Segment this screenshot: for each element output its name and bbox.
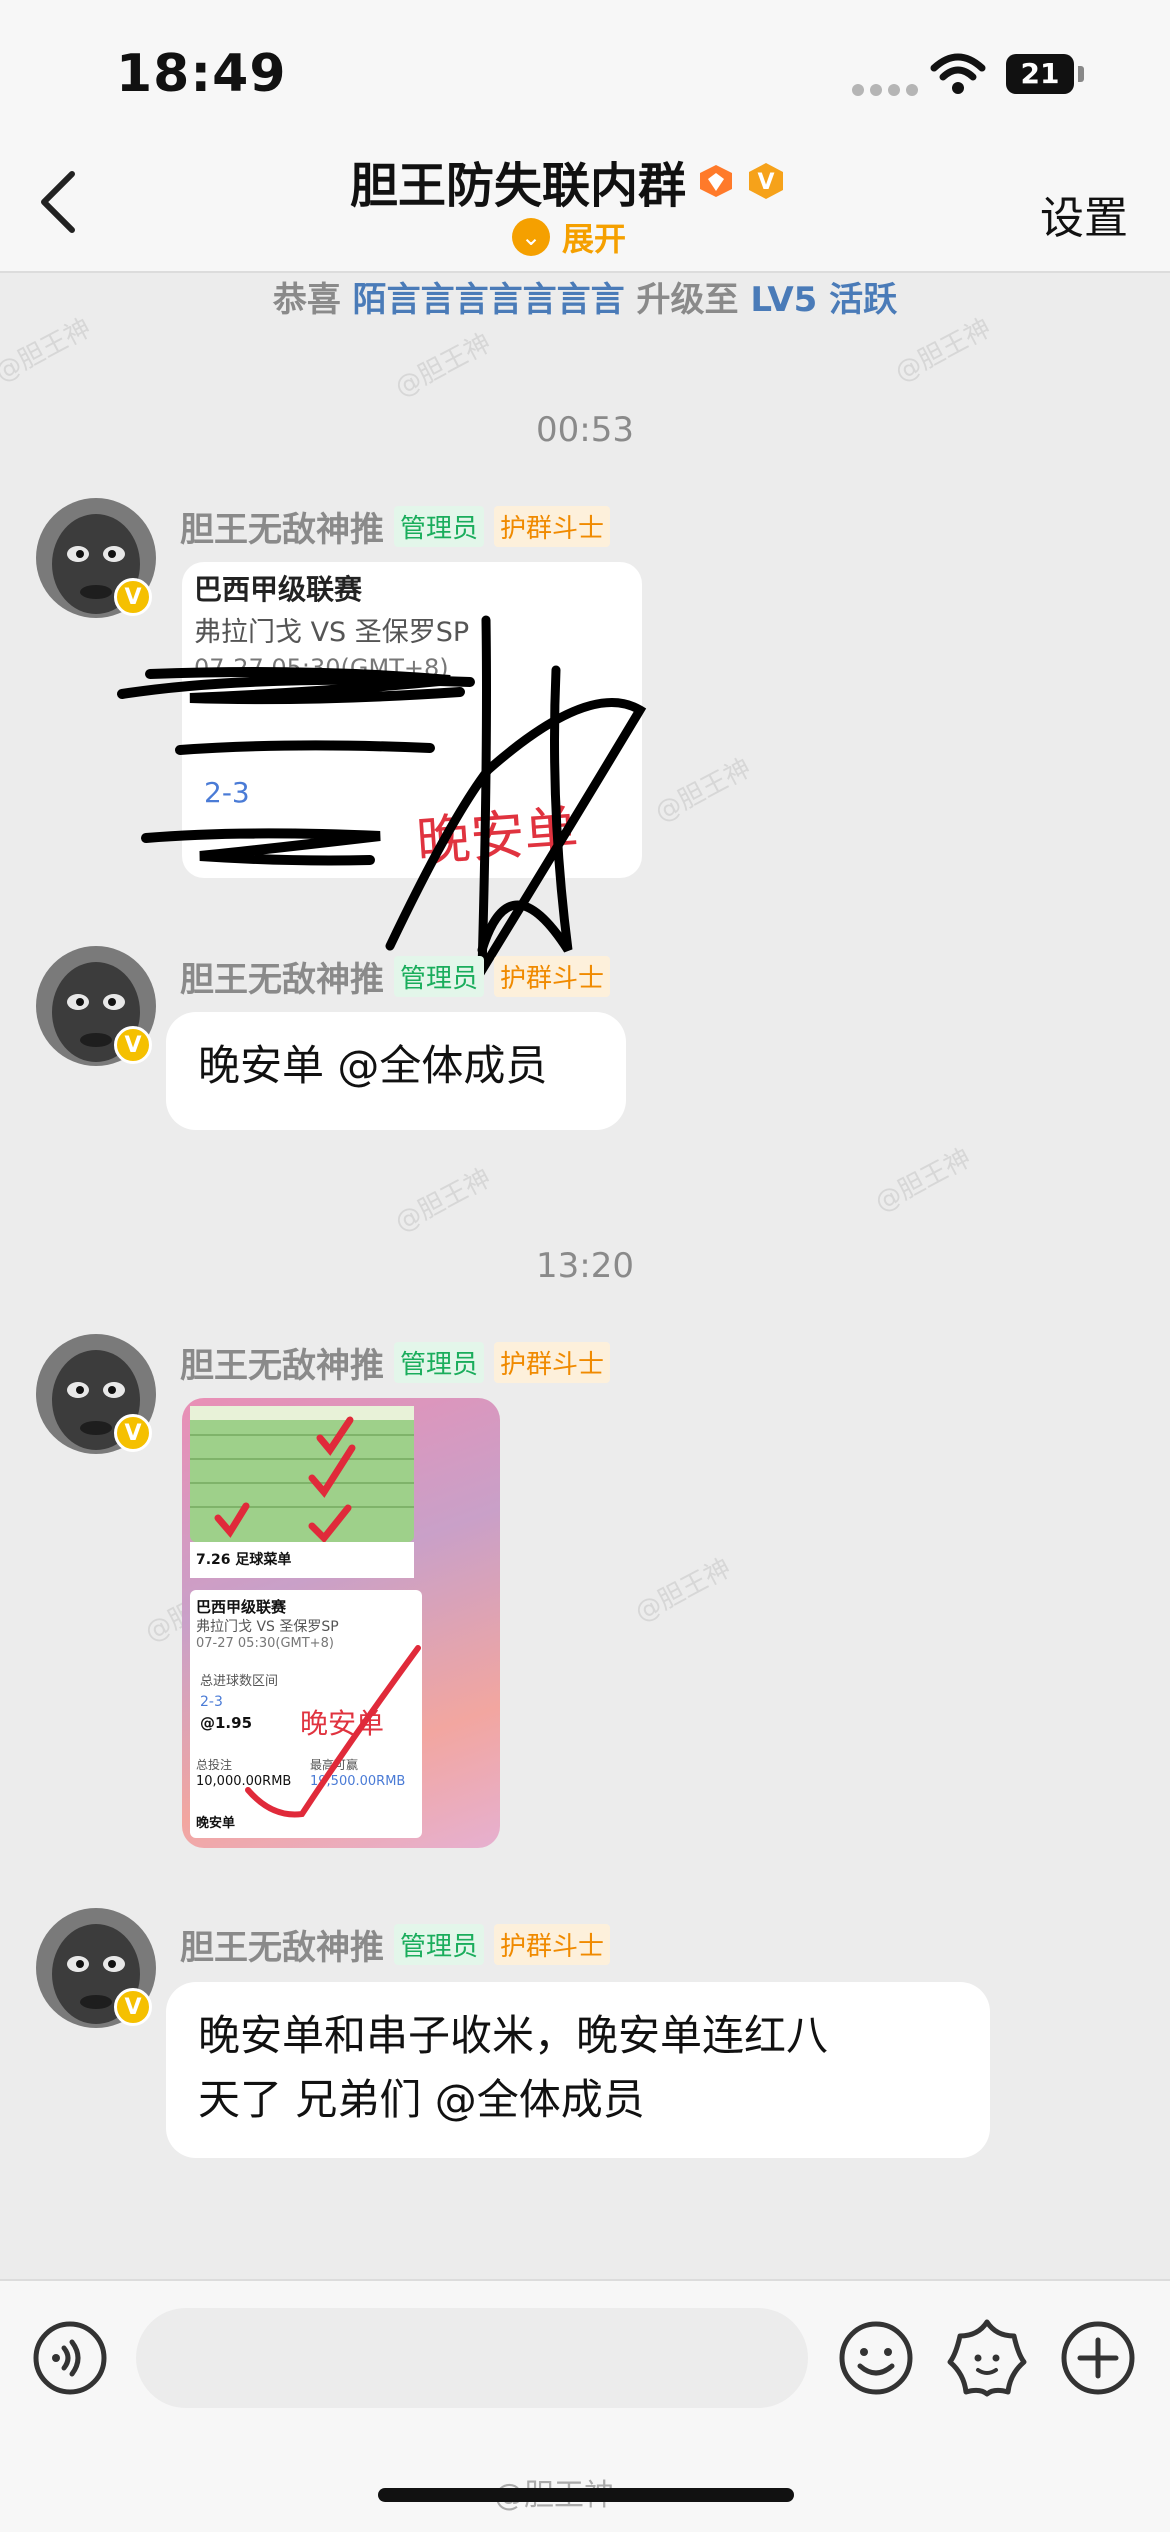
wifi-icon xyxy=(930,53,986,94)
sticker-icon[interactable] xyxy=(944,2314,1030,2400)
image-message[interactable]: 7.26 足球菜单 巴西甲级联赛 弗拉门戈 VS 圣保罗SP 07-27 05:… xyxy=(182,1398,500,1848)
voice-icon[interactable] xyxy=(30,2318,110,2398)
admin-tag: 管理员 xyxy=(394,506,485,547)
check-mark-large xyxy=(245,1645,421,1818)
divider xyxy=(0,2279,1170,2281)
message-input[interactable] xyxy=(136,2308,808,2408)
admin-tag: 管理员 xyxy=(394,956,485,997)
sender-name[interactable]: 胆王无敌神推 xyxy=(180,502,384,551)
plus-icon[interactable] xyxy=(1058,2318,1138,2398)
emoji-icon[interactable] xyxy=(836,2318,916,2398)
diamond-icon xyxy=(700,165,733,197)
text-message[interactable]: 晚安单和串子收米，晚安单连红八 天了 兄弟们 @全体成员 xyxy=(166,1982,990,2158)
battery-cap xyxy=(1078,66,1084,82)
scribble-overlay xyxy=(117,615,647,987)
slip-score: 2-3 xyxy=(200,1694,223,1710)
message-line: 晚安单和串子收米，晚安单连红八 xyxy=(198,2011,829,2060)
message-header: 胆王无敌神推 管理员 护群斗士 xyxy=(180,1920,611,1969)
notice-middle: 升级至 xyxy=(636,280,739,320)
message-timestamp: 13:20 xyxy=(536,1246,634,1286)
message-header: 胆王无敌神推 管理员 护群斗士 xyxy=(180,502,611,551)
sender-name[interactable]: 胆王无敌神推 xyxy=(180,1920,384,1969)
expand-toggle[interactable]: ⌄ 展开 xyxy=(512,214,626,260)
slip-footer: 晚安单 xyxy=(196,1816,236,1831)
image-league: 巴西甲级联赛 xyxy=(194,573,363,606)
message-timestamp: 00:53 xyxy=(536,410,634,450)
verified-badge-icon: V xyxy=(114,1988,152,2026)
watermark: @胆王神 xyxy=(390,328,497,404)
message-header: 胆王无敌神推 管理员 护群斗士 xyxy=(180,1338,611,1387)
notice-level: LV5 xyxy=(750,280,818,320)
verified-badge-icon: V xyxy=(114,1414,152,1452)
home-indicator[interactable] xyxy=(378,2488,794,2502)
guard-tag: 护群斗士 xyxy=(494,1342,611,1383)
battery-indicator: 21 xyxy=(1006,54,1074,94)
check-marks xyxy=(214,1416,356,1544)
expand-icon: ⌄ xyxy=(512,218,550,256)
sender-name[interactable]: 胆王无敌神推 xyxy=(180,952,384,1001)
admin-tag: 管理员 xyxy=(394,1924,485,1965)
guard-tag: 护群斗士 xyxy=(494,1924,611,1965)
text-message[interactable]: 晚安单 @全体成员 xyxy=(166,1012,626,1130)
status-time: 18:49 xyxy=(116,44,287,104)
slip-league: 巴西甲级联赛 xyxy=(196,1598,287,1616)
expand-label: 展开 xyxy=(562,220,627,258)
svg-text:V: V xyxy=(758,170,775,195)
chat-title: 胆王防失联内群 xyxy=(350,158,687,214)
watermark: @胆王神 xyxy=(630,1553,737,1629)
notice-user[interactable]: 陌言言言言言言言 xyxy=(353,280,625,320)
verified-badge-icon: V xyxy=(114,1026,152,1064)
slip-total-label: 总投注 xyxy=(196,1758,233,1772)
message-line: 天了 兄弟们 @全体成员 xyxy=(198,2075,645,2124)
watermark: @胆王神 xyxy=(390,1163,497,1239)
watermark: @胆王神 xyxy=(870,1143,977,1219)
v-badge-icon: V xyxy=(749,163,784,199)
system-notice: 恭喜 陌言言言言言言言 升级至 LV5 活跃 xyxy=(0,272,1170,321)
sender-name[interactable]: 胆王无敌神推 xyxy=(180,1338,384,1387)
admin-tag: 管理员 xyxy=(394,1342,485,1383)
signal-icon xyxy=(852,84,918,96)
notice-prefix: 恭喜 xyxy=(272,280,341,320)
guard-tag: 护群斗士 xyxy=(494,956,611,997)
message-header: 胆王无敌神推 管理员 护群斗士 xyxy=(180,952,611,1001)
notice-suffix: 活跃 xyxy=(829,280,898,320)
menu-title: 7.26 足球菜单 xyxy=(190,1542,414,1578)
guard-tag: 护群斗士 xyxy=(494,506,611,547)
settings-button[interactable]: 设置 xyxy=(1040,182,1128,246)
back-icon[interactable] xyxy=(38,170,78,234)
chat-title-row[interactable]: 胆王防失联内群 V xyxy=(350,146,786,216)
